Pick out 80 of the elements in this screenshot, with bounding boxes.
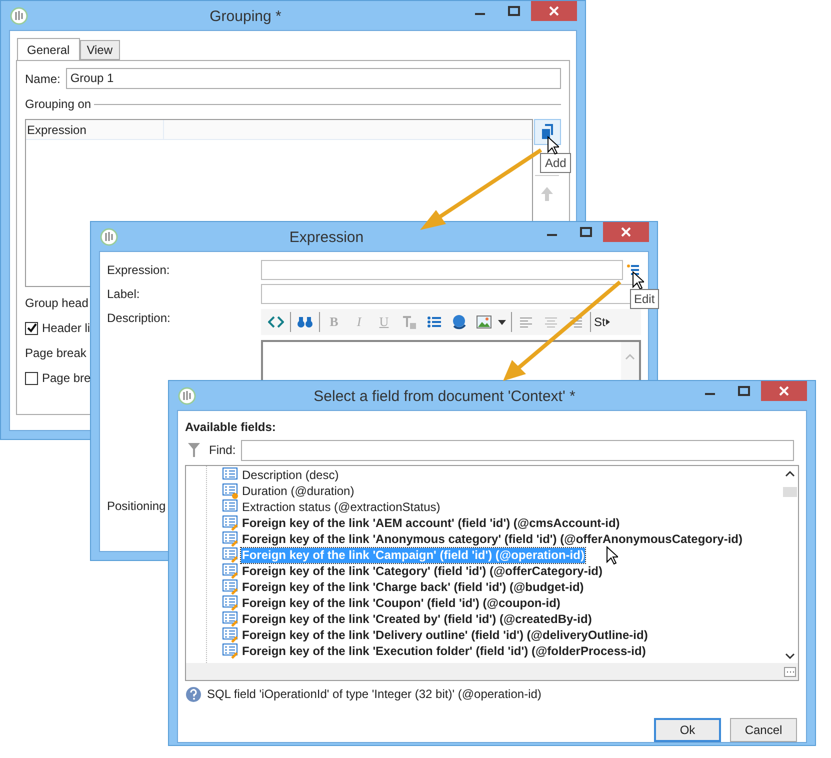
section-label: Group head [25, 296, 88, 310]
minimize-icon [475, 13, 485, 15]
list-gear-icon [222, 482, 239, 500]
close-button[interactable] [531, 1, 577, 21]
checkbox[interactable] [25, 372, 38, 384]
mouse-cursor-icon [632, 271, 644, 290]
tree-item[interactable]: Foreign key of the link 'Delivery outline' (field 'id') (@deliveryOutline-id) [241, 628, 649, 642]
close-icon [779, 386, 789, 396]
maximize-icon [508, 6, 520, 16]
field-label: Find: [209, 442, 236, 459]
dropdown-caret-icon[interactable] [498, 320, 506, 324]
check-icon [26, 323, 36, 333]
window-title: Grouping * [210, 8, 282, 25]
section-label: Grouping on [25, 96, 92, 113]
field-label: Description: [107, 310, 172, 327]
tree-item[interactable]: Extraction status (@extractionStatus) [241, 500, 442, 514]
tab[interactable]: View [80, 40, 120, 60]
field-label: Positioning [107, 499, 166, 513]
list-key-icon [222, 546, 239, 564]
tooltip: Add [540, 153, 572, 173]
caret-icon [606, 319, 610, 325]
dialog-button[interactable]: Cancel [730, 718, 797, 742]
tree-item[interactable]: Description (desc) [241, 468, 340, 482]
add-field-icon [540, 124, 554, 140]
checkbox-label: Page bre [42, 370, 91, 387]
list-key-icon [222, 642, 239, 660]
filter-icon [188, 443, 200, 457]
field-label: Name: [25, 70, 60, 88]
more-icon[interactable] [784, 666, 796, 676]
style-dropdown[interactable]: St [594, 313, 610, 331]
add-button[interactable] [534, 119, 560, 145]
list-key-icon [222, 610, 239, 628]
app-logo-icon [10, 7, 28, 25]
status-text: SQL field 'iOperationId' of type 'Integer (32 bit)' (@operation-id) [207, 686, 542, 703]
window-title: Expression [289, 229, 364, 246]
close-icon [621, 227, 631, 237]
tree-item[interactable]: Foreign key of the link 'AEM account' (field 'id') (@cmsAccount-id) [241, 516, 621, 530]
checkbox-label: Header li [42, 320, 90, 337]
tree-item[interactable]: Foreign key of the link 'Anonymous category' (field 'id') (@offerAnonymousCategory-id) [241, 532, 744, 546]
scroll-up-icon[interactable] [785, 471, 795, 477]
checkbox[interactable] [25, 322, 38, 334]
dialog-button[interactable]: Ok [654, 718, 721, 742]
app-logo-icon [100, 228, 118, 246]
minimize-icon [547, 234, 557, 236]
list-key-icon [222, 514, 239, 532]
scroll-down-icon[interactable] [785, 653, 795, 659]
list-key-icon [222, 578, 239, 596]
mouse-cursor-icon [547, 136, 559, 155]
close-icon [549, 6, 559, 16]
tree-item[interactable]: Foreign key of the link 'Created by' (field 'id') (@createdBy-id) [241, 612, 593, 626]
minimize-icon [705, 393, 715, 395]
list-key-icon [222, 530, 239, 548]
close-button[interactable] [603, 222, 649, 242]
mouse-cursor-icon [606, 546, 618, 565]
field-label: Label: [107, 286, 141, 303]
tree-item[interactable]: Foreign key of the link 'Charge back' (field 'id') (@budget-id) [241, 580, 585, 594]
tree-item[interactable]: Foreign key of the link 'Coupon' (field 'id') (@coupon-id) [241, 596, 562, 610]
list-key-icon [222, 626, 239, 644]
close-button[interactable] [761, 381, 807, 401]
field-label: Expression: [107, 262, 171, 279]
tree-item[interactable]: Foreign key of the link 'Category' (field 'id') (@offerCategory-id) [241, 564, 604, 578]
scrollbar-thumb[interactable] [783, 487, 797, 497]
help-icon [186, 686, 201, 702]
find-field[interactable] [240, 440, 794, 460]
expression-field[interactable] [261, 260, 623, 280]
name-field[interactable]: Group 1 [66, 68, 561, 89]
section-label: Page break [25, 346, 86, 360]
tree-item[interactable]: Foreign key of the link 'Execution folder' (field 'id') (@folderProcess-id) [241, 644, 647, 658]
section-label: Available fields: [185, 419, 277, 436]
column-header[interactable]: Expression [26, 120, 164, 139]
window-title: Select a field from document 'Context' * [314, 388, 576, 405]
maximize-icon [580, 227, 592, 237]
maximize-icon [738, 386, 750, 396]
tooltip: Edit [630, 289, 659, 309]
list-key-icon [222, 562, 239, 580]
app-logo-icon [178, 387, 196, 405]
tab[interactable]: General [17, 38, 80, 61]
tree-item[interactable]: Duration (@duration) [241, 484, 356, 498]
edit-field-icon [627, 264, 639, 276]
list-key-icon [222, 594, 239, 612]
